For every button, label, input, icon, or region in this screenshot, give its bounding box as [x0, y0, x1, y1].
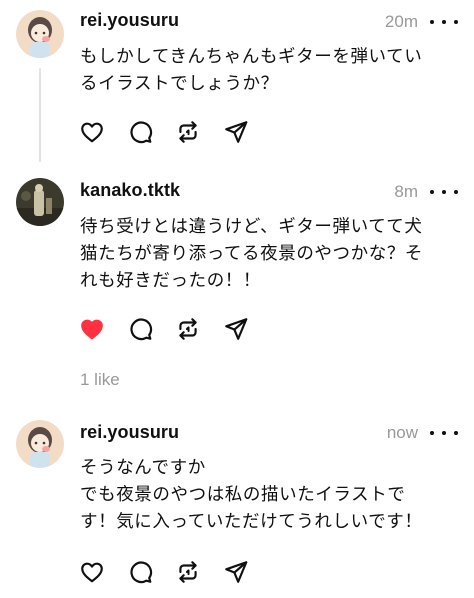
repost-button[interactable] — [174, 118, 202, 146]
share-icon — [225, 121, 248, 143]
post-text: 待ち受けとは違うけど、ギター弾いてて犬 猫たちが寄り添ってる夜景のやつかな？そ … — [80, 217, 424, 291]
share-icon — [225, 561, 248, 583]
timestamp: 20m — [384, 12, 418, 31]
like-button[interactable] — [78, 118, 106, 146]
share-button[interactable] — [222, 558, 250, 586]
comment-icon — [130, 318, 153, 341]
more-icon[interactable] — [430, 182, 458, 202]
heart-icon — [81, 319, 103, 340]
avatar-rei[interactable] — [16, 420, 64, 468]
comment-button[interactable] — [126, 315, 154, 343]
post-text: もしかしてきんちゃんもギターを弾いてい るイラストでしょうか？ — [80, 47, 423, 94]
avatar-kanako[interactable] — [16, 178, 64, 226]
comment-icon — [130, 121, 153, 144]
avatar-rei[interactable] — [16, 10, 64, 58]
username[interactable]: rei.yousuru — [80, 10, 179, 31]
timestamp: 8m — [394, 182, 418, 201]
comment-button[interactable] — [126, 558, 154, 586]
repost-icon — [179, 561, 197, 583]
more-icon[interactable] — [430, 12, 458, 32]
repost-button[interactable] — [174, 315, 202, 343]
post-2: kanako.tktk 8m 待ち受けとは違うけど、ギター弾いてて犬 猫たちが寄… — [0, 170, 474, 400]
thread-line — [39, 68, 41, 162]
comment-button[interactable] — [126, 118, 154, 146]
repost-button[interactable] — [174, 558, 202, 586]
like-count[interactable]: 1 like — [80, 370, 120, 390]
heart-icon — [81, 122, 103, 143]
like-button[interactable] — [78, 558, 106, 586]
like-button[interactable] — [78, 315, 106, 343]
more-icon[interactable] — [430, 423, 458, 443]
heart-icon — [81, 562, 103, 583]
repost-icon — [179, 318, 197, 340]
post-1: rei.yousuru 20m もしかしてきんちゃんもギターを弾いてい るイラス… — [0, 0, 474, 162]
post-text: そうなんですか でも夜景のやつは私の描いたイラストで す！気に入っていただけてう… — [80, 458, 423, 532]
repost-icon — [179, 121, 197, 143]
share-button[interactable] — [222, 118, 250, 146]
share-button[interactable] — [222, 315, 250, 343]
action-bar — [78, 315, 270, 343]
username[interactable]: kanako.tktk — [80, 180, 180, 201]
timestamp: now — [386, 423, 418, 442]
comment-icon — [130, 561, 153, 584]
action-bar — [78, 558, 270, 586]
share-icon — [225, 318, 248, 340]
username[interactable]: rei.yousuru — [80, 422, 179, 443]
post-3: rei.yousuru now そうなんですか でも夜景のやつは私の描いたイラス… — [0, 410, 474, 598]
action-bar — [78, 118, 270, 146]
